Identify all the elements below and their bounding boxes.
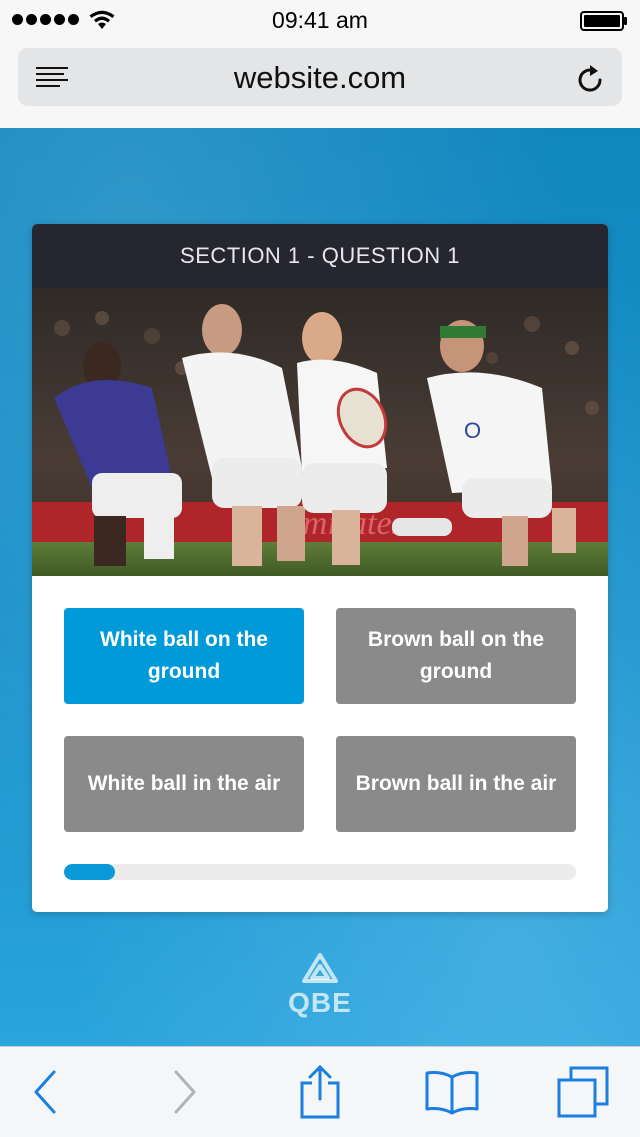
back-icon	[34, 1070, 56, 1114]
bookmarks-button[interactable]	[417, 1047, 487, 1137]
qbe-logo-text: QBE	[288, 987, 352, 1018]
answer-brown-ball-air[interactable]: Brown ball in the air	[336, 736, 576, 832]
rugby-players-photo: Emirates	[32, 288, 608, 576]
forward-button[interactable]	[150, 1047, 220, 1137]
answer-white-ball-air[interactable]: White ball in the air	[64, 736, 304, 832]
answer-white-ball-ground[interactable]: White ball on the ground	[64, 608, 304, 704]
reload-icon[interactable]	[576, 62, 606, 94]
forward-icon	[174, 1070, 196, 1114]
address-bar[interactable]: website.com	[18, 48, 622, 106]
status-bar: 09:41 am	[0, 0, 640, 40]
bookmarks-icon	[425, 1071, 479, 1115]
status-time: 09:41 am	[272, 7, 368, 33]
quiz-card: SECTION 1 - QUESTION 1 Emirates	[32, 224, 608, 912]
tabs-button[interactable]	[548, 1047, 618, 1137]
answer-brown-ball-ground[interactable]: Brown ball on the ground	[336, 608, 576, 704]
battery-icon	[580, 11, 627, 31]
svg-text:O: O	[464, 418, 481, 443]
browser-address-area: website.com	[0, 40, 640, 129]
tabs-icon	[557, 1066, 609, 1118]
share-button[interactable]	[285, 1047, 355, 1137]
browser-toolbar	[0, 1046, 640, 1137]
url-text[interactable]: website.com	[18, 60, 622, 96]
question-title: SECTION 1 - QUESTION 1	[32, 224, 608, 288]
share-icon	[300, 1065, 340, 1119]
qbe-logo: QBE	[0, 952, 640, 1019]
qbe-emblem-icon	[302, 953, 338, 983]
quiz-progress-bar	[64, 864, 576, 880]
quiz-progress-fill	[64, 864, 116, 880]
back-button[interactable]	[10, 1047, 80, 1137]
answer-options: White ball on the ground Brown ball on t…	[64, 608, 576, 832]
